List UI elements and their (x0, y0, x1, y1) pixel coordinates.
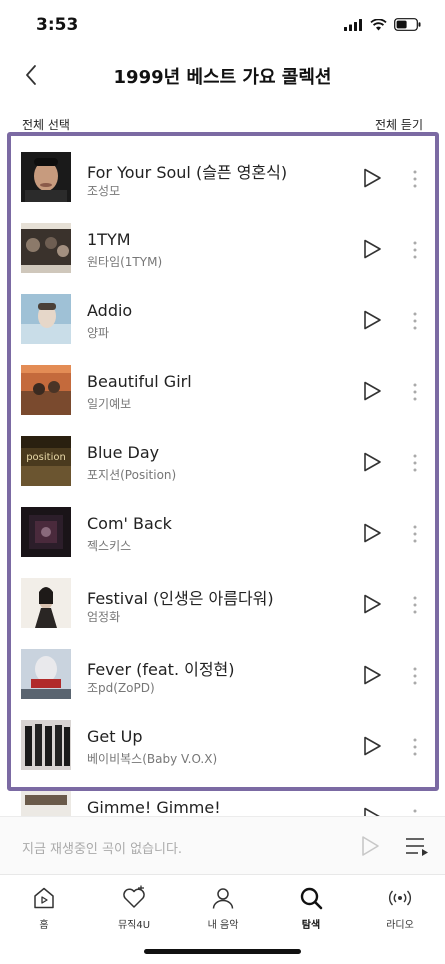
tab-label: 뮤직4U (117, 920, 151, 931)
more-options-icon[interactable] (408, 239, 422, 261)
album-art: position (21, 436, 71, 486)
track-title: Blue Day (87, 443, 160, 462)
play-icon[interactable] (361, 806, 383, 816)
track-row[interactable]: Beautiful Girl 일기예보 (0, 347, 445, 418)
status-time: 3:53 (36, 15, 79, 35)
track-artist: 원타임(1TYM) (87, 255, 163, 269)
more-options-icon[interactable] (408, 736, 422, 758)
track-title: Addio (87, 301, 133, 320)
track-row[interactable]: Com' Back 젝스키스 (0, 489, 445, 560)
album-art (21, 294, 71, 344)
track-row[interactable]: For Your Soul (슬픈 영혼식) 조성모 (0, 134, 445, 205)
track-artist: 일기예보 (87, 397, 132, 411)
track-artist: 조성모 (87, 184, 121, 198)
tab-label: 탐색 (301, 920, 321, 931)
mini-player[interactable]: 지금 재생중인 곡이 없습니다. (0, 816, 445, 875)
track-artist: 양파 (87, 326, 110, 340)
play-icon[interactable] (361, 380, 383, 402)
signal-icon (344, 18, 362, 31)
track-artist: 조pd(ZoPD) (87, 681, 155, 695)
more-options-icon[interactable] (408, 452, 422, 474)
track-row[interactable]: Festival (인생은 아름다워) 엄정화 (0, 560, 445, 631)
home-indicator (144, 949, 301, 954)
album-art (21, 720, 71, 770)
status-icons (344, 18, 421, 31)
play-icon[interactable] (361, 735, 383, 757)
track-title: Get Up (87, 727, 143, 746)
track-artist: 젝스키스 (87, 539, 132, 553)
person-icon (212, 888, 234, 909)
play-icon[interactable] (361, 238, 383, 260)
album-art (21, 791, 71, 816)
track-title: Com' Back (87, 514, 172, 533)
album-art (21, 365, 71, 415)
play-icon[interactable] (358, 834, 382, 858)
more-options-icon[interactable] (408, 594, 422, 616)
home-icon (34, 887, 54, 909)
play-icon[interactable] (361, 593, 383, 615)
search-icon (300, 887, 323, 910)
track-artist: 엄정화 (87, 610, 121, 624)
play-icon[interactable] (361, 522, 383, 544)
play-icon[interactable] (361, 451, 383, 473)
playlist-icon[interactable] (404, 835, 430, 857)
track-title: Gimme! Gimme! (87, 798, 221, 816)
select-all-button[interactable]: 전체 선택 (22, 116, 70, 133)
tab-music4u[interactable]: 뮤직4U (94, 885, 174, 937)
track-row[interactable]: Get Up 베이비복스(Baby V.O.X) (0, 702, 445, 773)
tab-my-music[interactable]: 내 음악 (183, 885, 263, 937)
play-icon[interactable] (361, 664, 383, 686)
track-row[interactable]: Gimme! Gimme! (0, 773, 445, 816)
track-row[interactable]: 1TYM 원타임(1TYM) (0, 205, 445, 276)
more-options-icon[interactable] (408, 807, 422, 816)
more-options-icon[interactable] (408, 381, 422, 403)
page-title: 1999년 베스트 가요 콜렉션 (113, 67, 332, 88)
album-art (21, 649, 71, 699)
track-title: Beautiful Girl (87, 372, 192, 391)
track-row[interactable]: position Blue Day 포지션(Position) (0, 418, 445, 489)
tab-radio[interactable]: 라디오 (360, 885, 440, 937)
track-list[interactable]: For Your Soul (슬픈 영혼식) 조성모 1TYM 원타임(1TYM… (0, 134, 445, 816)
tab-home[interactable]: 홈 (4, 885, 84, 937)
status-bar: 3:53 (0, 0, 445, 52)
battery-icon (394, 18, 421, 31)
album-art (21, 578, 71, 628)
track-row[interactable]: Addio 양파 (0, 276, 445, 347)
track-title: For Your Soul (슬픈 영혼식) (87, 163, 288, 182)
album-art (21, 223, 71, 273)
more-options-icon[interactable] (408, 523, 422, 545)
track-title: Fever (feat. 이정현) (87, 660, 235, 679)
heart-icon (123, 885, 145, 908)
nav-header: 1999년 베스트 가요 콜렉션 (0, 52, 445, 98)
more-options-icon[interactable] (408, 168, 422, 190)
track-artist: 베이비복스(Baby V.O.X) (87, 752, 218, 766)
more-options-icon[interactable] (408, 665, 422, 687)
tab-label: 내 음악 (207, 920, 239, 931)
radio-icon (388, 890, 412, 906)
play-icon[interactable] (361, 309, 383, 331)
more-options-icon[interactable] (408, 310, 422, 332)
play-all-button[interactable]: 전체 듣기 (375, 116, 423, 133)
tab-label: 홈 (39, 920, 49, 931)
album-art (21, 507, 71, 557)
tab-explore[interactable]: 탐색 (271, 885, 351, 937)
now-playing-message: 지금 재생중인 곡이 없습니다. (22, 842, 183, 857)
album-art-text: position (26, 452, 66, 463)
track-row[interactable]: Fever (feat. 이정현) 조pd(ZoPD) (0, 631, 445, 702)
tab-label: 라디오 (386, 920, 414, 931)
track-title: Festival (인생은 아름다워) (87, 589, 274, 608)
wifi-icon (370, 18, 387, 30)
track-artist: 포지션(Position) (87, 468, 177, 482)
album-art (21, 152, 71, 202)
track-title: 1TYM (87, 230, 131, 249)
play-icon[interactable] (361, 167, 383, 189)
